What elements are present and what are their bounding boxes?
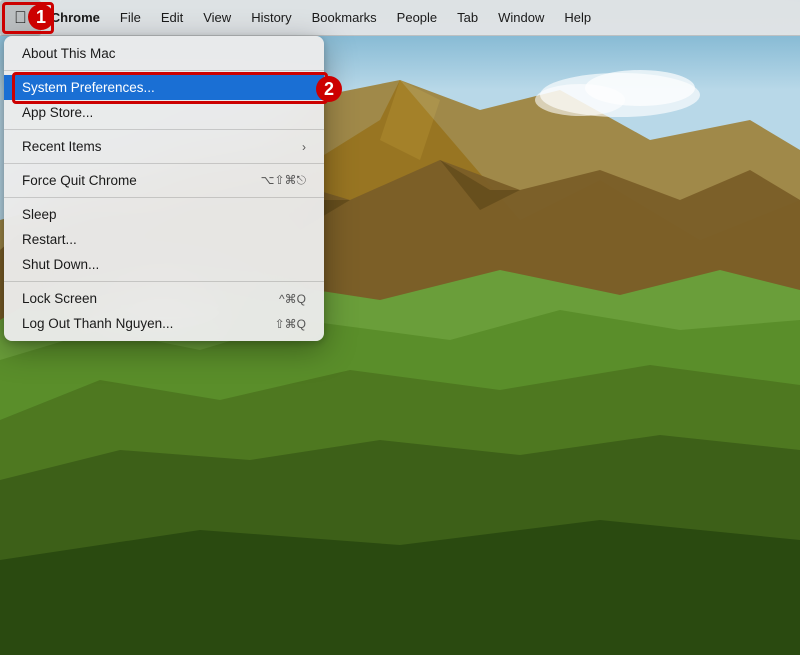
lock-screen-label: Lock Screen — [22, 291, 97, 306]
history-menu-item[interactable]: History — [241, 0, 301, 36]
sleep-item[interactable]: Sleep — [4, 202, 324, 227]
submenu-chevron-icon: › — [302, 140, 306, 154]
app-store-label: App Store... — [22, 105, 93, 120]
menubar:  Chrome File Edit View History Bookmark… — [0, 0, 800, 36]
people-menu-item[interactable]: People — [387, 0, 447, 36]
force-quit-shortcut: ⌥⇧⌘⎋ — [261, 173, 306, 188]
separator-4 — [4, 197, 324, 198]
force-quit-item[interactable]: Force Quit Chrome ⌥⇧⌘⎋ — [4, 168, 324, 193]
app-store-item[interactable]: App Store... — [4, 100, 324, 125]
logout-label: Log Out Thanh Nguyen... — [22, 316, 173, 331]
sleep-label: Sleep — [22, 207, 57, 222]
separator-1 — [4, 70, 324, 71]
help-menu-item[interactable]: Help — [554, 0, 601, 36]
logout-shortcut: ⇧⌘Q — [275, 317, 306, 331]
recent-items-label: Recent Items — [22, 139, 102, 154]
shutdown-item[interactable]: Shut Down... — [4, 252, 324, 277]
about-this-mac-label: About This Mac — [22, 46, 116, 61]
system-preferences-label: System Preferences... — [22, 80, 155, 95]
separator-2 — [4, 129, 324, 130]
file-menu-item[interactable]: File — [110, 0, 151, 36]
separator-3 — [4, 163, 324, 164]
edit-menu-item[interactable]: Edit — [151, 0, 193, 36]
shutdown-label: Shut Down... — [22, 257, 99, 272]
system-preferences-item[interactable]: System Preferences... — [4, 75, 324, 100]
about-this-mac-item[interactable]: About This Mac — [4, 41, 324, 66]
apple-icon:  — [14, 8, 27, 28]
apple-dropdown-menu: About This Mac System Preferences... App… — [4, 36, 324, 341]
restart-item[interactable]: Restart... — [4, 227, 324, 252]
window-menu-item[interactable]: Window — [488, 0, 554, 36]
force-quit-label: Force Quit Chrome — [22, 173, 137, 188]
bookmarks-menu-item[interactable]: Bookmarks — [302, 0, 387, 36]
annotation-1: 1 — [28, 4, 54, 30]
tab-menu-item[interactable]: Tab — [447, 0, 488, 36]
separator-5 — [4, 281, 324, 282]
recent-items-item[interactable]: Recent Items › — [4, 134, 324, 159]
lock-screen-item[interactable]: Lock Screen ^⌘Q — [4, 286, 324, 311]
annotation-2: 2 — [316, 76, 342, 102]
lock-screen-shortcut: ^⌘Q — [279, 292, 306, 306]
view-menu-item[interactable]: View — [193, 0, 241, 36]
logout-item[interactable]: Log Out Thanh Nguyen... ⇧⌘Q — [4, 311, 324, 336]
restart-label: Restart... — [22, 232, 77, 247]
